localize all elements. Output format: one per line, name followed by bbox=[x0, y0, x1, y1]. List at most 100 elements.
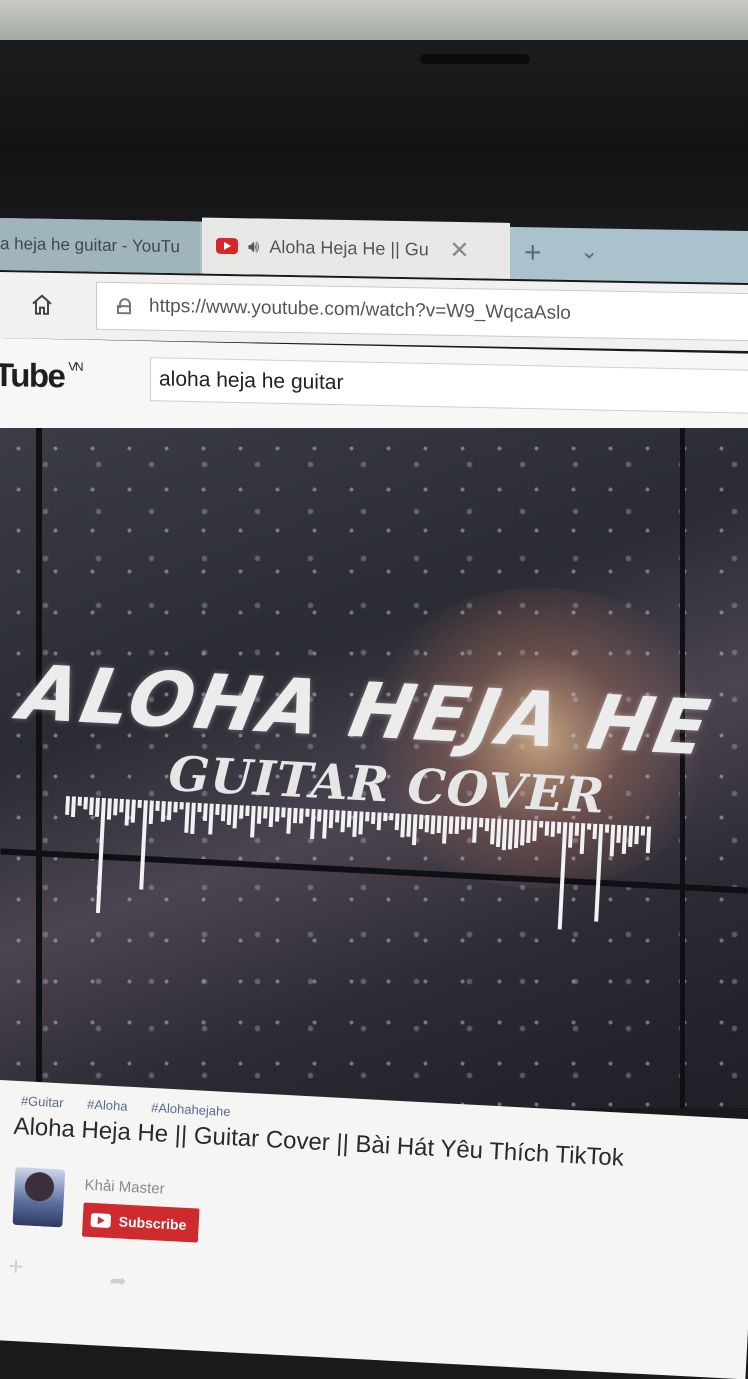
visualizer-bar bbox=[292, 807, 298, 824]
visualizer-bar bbox=[501, 818, 508, 851]
visualizer-bar bbox=[539, 820, 544, 828]
visualizer-bar bbox=[239, 805, 244, 819]
visualizer-bar bbox=[281, 807, 286, 818]
visualizer-bar bbox=[148, 800, 154, 825]
subscribe-icon bbox=[90, 1212, 112, 1228]
visualizer-bar bbox=[466, 817, 472, 830]
visualizer-bar bbox=[226, 804, 232, 825]
video-title: Aloha Heja He || Guitar Cover || Bài Hát… bbox=[12, 1112, 625, 1172]
visualizer-bar bbox=[472, 817, 478, 843]
visualizer-bar bbox=[442, 815, 448, 844]
visualizer-bar bbox=[208, 803, 214, 835]
tab-search-results[interactable]: a heja he guitar - YouTu bbox=[0, 218, 200, 274]
visualizer-bar bbox=[328, 809, 334, 829]
visualizer-bar bbox=[586, 823, 592, 830]
visualizer-bar bbox=[520, 819, 526, 846]
youtube-logo[interactable]: Tube VN bbox=[0, 356, 82, 396]
visualizer-bar bbox=[184, 802, 190, 833]
visualizer-bar bbox=[89, 797, 94, 815]
visualizer-bar bbox=[215, 803, 220, 815]
share-icon[interactable]: ➦ bbox=[109, 1268, 127, 1294]
new-tab-icon[interactable]: + bbox=[524, 233, 542, 273]
visualizer-bar bbox=[268, 806, 274, 828]
navigation-bar: https://www.youtube.com/watch?v=W9_WqcaA… bbox=[0, 272, 748, 352]
visualizer-bar bbox=[604, 824, 610, 833]
visualizer-bar bbox=[370, 812, 376, 825]
visualizer-bar bbox=[383, 812, 388, 822]
visualizer-bar bbox=[513, 819, 520, 849]
visualizer-bar bbox=[567, 822, 574, 848]
visualizer-bar bbox=[317, 809, 322, 822]
visualizer-bar bbox=[507, 819, 514, 850]
visualizer-bar bbox=[640, 826, 646, 836]
visualizer-bar bbox=[166, 801, 172, 821]
search-input[interactable]: aloha heja he guitar bbox=[150, 357, 748, 414]
visualizer-bar bbox=[124, 799, 130, 826]
visualizer-bar bbox=[83, 796, 88, 810]
visualizer-bar bbox=[137, 799, 142, 808]
visualizer-bar bbox=[232, 804, 238, 829]
visualizer-bar bbox=[119, 798, 124, 813]
visualizer-bar bbox=[190, 802, 196, 834]
close-icon[interactable]: ✕ bbox=[449, 235, 469, 264]
visualizer-bar bbox=[478, 817, 484, 828]
visualizer-bar bbox=[305, 808, 310, 817]
url-text: https://www.youtube.com/watch?v=W9_WqcaA… bbox=[149, 295, 571, 324]
country-code: VN bbox=[68, 359, 83, 374]
tab-title: a heja he guitar - YouTu bbox=[0, 234, 180, 257]
visualizer-bar bbox=[346, 810, 352, 828]
visualizer-bar bbox=[616, 824, 622, 843]
avatar[interactable] bbox=[12, 1166, 66, 1228]
visualizer-bar bbox=[400, 813, 406, 838]
visualizer-bar bbox=[322, 809, 328, 839]
visualizer-bar bbox=[394, 813, 400, 831]
video-info: #Guitar #Aloha #Alohahejahe Aloha Heja H… bbox=[0, 1080, 748, 1379]
speaker-icon[interactable]: 🔊︎ bbox=[248, 236, 259, 257]
visualizer-bar bbox=[634, 825, 640, 845]
visualizer-bar bbox=[263, 806, 268, 819]
visualizer-bar bbox=[179, 801, 184, 810]
hashtag[interactable]: #Alohahejahe bbox=[151, 1100, 231, 1119]
visualizer-bar bbox=[298, 808, 304, 824]
lock-icon[interactable] bbox=[117, 298, 131, 314]
visualizer-bar bbox=[365, 811, 370, 822]
visualizer-bar bbox=[155, 800, 160, 812]
video-player[interactable]: ALOHA HEJA HE GUITAR COVER bbox=[0, 428, 748, 1108]
visualizer-bar bbox=[202, 803, 208, 821]
visualizer-bar bbox=[77, 796, 82, 806]
address-bar[interactable]: https://www.youtube.com/watch?v=W9_WqcaA… bbox=[96, 281, 748, 342]
logo-text: Tube bbox=[0, 355, 65, 395]
visualizer-bar bbox=[250, 805, 256, 838]
channel-name[interactable]: Khải Master bbox=[84, 1177, 165, 1198]
hashtag[interactable]: #Aloha bbox=[87, 1097, 128, 1114]
visualizer-bar bbox=[448, 816, 454, 835]
visualizer-bar bbox=[130, 799, 136, 823]
tab-current-video[interactable]: 🔊︎ Aloha Heja He || Gu ✕ bbox=[202, 217, 510, 279]
visualizer-bar bbox=[376, 812, 382, 831]
monitor-bezel bbox=[0, 40, 748, 225]
visualizer-bar bbox=[220, 804, 226, 822]
visualizer-bar bbox=[389, 812, 394, 821]
hashtag[interactable]: #Guitar bbox=[21, 1093, 64, 1110]
visualizer-bar bbox=[139, 800, 148, 890]
visualizer-bar bbox=[460, 816, 466, 830]
add-icon[interactable]: + bbox=[7, 1251, 25, 1283]
visualizer-bar bbox=[628, 825, 634, 847]
visualizer-bar bbox=[245, 805, 250, 817]
visualizer-bar bbox=[352, 811, 358, 837]
subscribe-button[interactable]: Subscribe bbox=[81, 1202, 200, 1243]
visualizer-bar bbox=[436, 815, 442, 834]
visualizer-bar bbox=[358, 811, 364, 835]
visualizer-bar bbox=[621, 825, 628, 855]
tab-list-icon[interactable]: ⌄ bbox=[580, 238, 598, 264]
visualizer-bar bbox=[406, 813, 412, 837]
visualizer-bar bbox=[532, 820, 538, 842]
visualizer-bar bbox=[173, 801, 178, 813]
visualizer-bar bbox=[197, 802, 202, 813]
home-icon[interactable] bbox=[30, 293, 54, 317]
visualizer-bar bbox=[334, 810, 340, 823]
visualizer-bar bbox=[592, 823, 598, 840]
youtube-favicon-icon bbox=[216, 237, 238, 255]
tab-title: Aloha Heja He || Gu bbox=[269, 236, 429, 259]
visualizer-bar bbox=[557, 822, 568, 930]
